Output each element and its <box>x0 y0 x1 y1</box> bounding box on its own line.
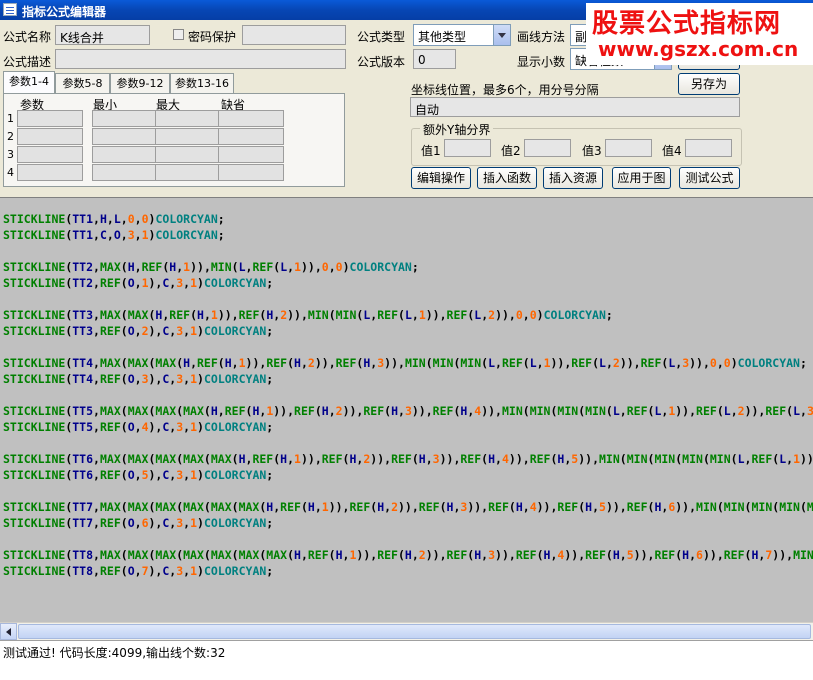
y-value-field-4[interactable] <box>685 139 732 157</box>
tab-params-13-16[interactable]: 参数13-16 <box>170 73 234 93</box>
param-row-index: 3 <box>7 148 14 161</box>
y-value-label-3: 值3 <box>582 144 602 158</box>
y-value-label-4: 值4 <box>662 144 682 158</box>
param-min-cell[interactable] <box>92 110 158 127</box>
param-row-index: 1 <box>7 112 14 125</box>
code-line[interactable]: STICKLINE(TT4,REF(O,3),C,3,1)COLORCYAN; <box>3 371 813 387</box>
type-select[interactable]: 其他类型 <box>413 24 511 46</box>
edit-operation-button[interactable]: 编辑操作 <box>411 167 471 189</box>
code-line[interactable]: STICKLINE(TT4,MAX(MAX(MAX(H,REF(H,1)),RE… <box>3 355 813 371</box>
param-row-index: 4 <box>7 166 14 179</box>
code-line[interactable]: STICKLINE(TT2,REF(O,1),C,3,1)COLORCYAN; <box>3 275 813 291</box>
y-value-label-1: 值1 <box>421 144 441 158</box>
code-line[interactable] <box>3 483 813 499</box>
password-checkbox[interactable] <box>173 29 184 40</box>
app-icon <box>3 3 17 16</box>
code-line[interactable] <box>3 387 813 403</box>
param-default-cell[interactable] <box>218 128 284 145</box>
param-max-cell[interactable] <box>155 110 221 127</box>
param-row-index: 2 <box>7 130 14 143</box>
apply-to-chart-button[interactable]: 应用于图 <box>612 167 671 189</box>
type-label: 公式类型 <box>357 30 406 44</box>
code-line[interactable]: STICKLINE(TT5,REF(O,4),C,3,1)COLORCYAN; <box>3 419 813 435</box>
tab-params-5-8[interactable]: 参数5-8 <box>55 73 110 93</box>
desc-label: 公式描述 <box>3 55 52 69</box>
password-label: 密码保护 <box>188 30 237 44</box>
scroll-left-icon[interactable] <box>0 623 17 640</box>
type-value: 其他类型 <box>418 30 467 44</box>
horizontal-scrollbar[interactable] <box>0 622 813 640</box>
code-line[interactable]: STICKLINE(TT3,MAX(MAX(H,REF(H,1)),REF(H,… <box>3 307 813 323</box>
code-line[interactable] <box>3 435 813 451</box>
code-line[interactable]: STICKLINE(TT1,C,O,3,1)COLORCYAN; <box>3 227 813 243</box>
watermark-url: www.gszx.com.cn <box>598 37 799 61</box>
insert-function-button[interactable]: 插入函数 <box>477 167 537 189</box>
code-editor[interactable]: STICKLINE(TT1,H,L,0,0)COLORCYAN; STICKLIN… <box>0 197 813 623</box>
watermark: 股票公式指标网 www.gszx.com.cn <box>586 3 813 65</box>
desc-field[interactable] <box>55 49 346 69</box>
code-line[interactable]: STICKLINE(TT6,MAX(MAX(MAX(MAX(MAX(H,REF(… <box>3 451 813 467</box>
param-default-cell[interactable] <box>218 146 284 163</box>
scrollbar-thumb[interactable] <box>18 624 811 639</box>
draw-label: 画线方法 <box>517 30 566 44</box>
coord-field[interactable]: 自动 <box>410 97 740 117</box>
code-line[interactable] <box>3 291 813 307</box>
param-max-cell[interactable] <box>155 146 221 163</box>
code-line[interactable]: STICKLINE(TT1,H,L,0,0)COLORCYAN; <box>3 211 813 227</box>
code-line[interactable]: STICKLINE(TT6,REF(O,5),C,3,1)COLORCYAN; <box>3 467 813 483</box>
param-min-cell[interactable] <box>92 128 158 145</box>
chevron-down-icon <box>493 25 510 45</box>
save-as-button[interactable]: 另存为 <box>678 73 740 95</box>
code-line[interactable]: STICKLINE(TT7,REF(O,6),C,3,1)COLORCYAN; <box>3 515 813 531</box>
name-field[interactable]: K线合并 <box>55 25 150 45</box>
code-line[interactable]: STICKLINE(TT8,MAX(MAX(MAX(MAX(MAX(MAX(MA… <box>3 547 813 563</box>
code-line[interactable]: STICKLINE(TT5,MAX(MAX(MAX(MAX(H,REF(H,1)… <box>3 403 813 419</box>
param-name-cell[interactable] <box>17 110 83 127</box>
param-max-cell[interactable] <box>155 164 221 181</box>
code-line[interactable]: STICKLINE(TT3,REF(O,2),C,3,1)COLORCYAN; <box>3 323 813 339</box>
param-min-cell[interactable] <box>92 146 158 163</box>
status-text: 测试通过! 代码长度:4099,输出线个数:32 <box>3 646 226 660</box>
test-formula-button[interactable]: 测试公式 <box>679 167 740 189</box>
y-value-field-3[interactable] <box>605 139 652 157</box>
params-panel: 参数 最小 最大 缺省 1 2 3 4 <box>3 93 345 187</box>
watermark-title: 股票公式指标网 <box>592 9 782 39</box>
password-field[interactable] <box>242 25 346 45</box>
param-default-cell[interactable] <box>218 110 284 127</box>
code-line[interactable]: STICKLINE(TT7,MAX(MAX(MAX(MAX(MAX(MAX(H,… <box>3 499 813 515</box>
code-line[interactable]: STICKLINE(TT8,REF(O,7),C,3,1)COLORCYAN; <box>3 563 813 579</box>
param-name-cell[interactable] <box>17 164 83 181</box>
y-value-field-1[interactable] <box>444 139 491 157</box>
param-name-cell[interactable] <box>17 146 83 163</box>
version-label: 公式版本 <box>357 55 406 69</box>
decimal-label: 显示小数 <box>517 55 566 69</box>
code-text[interactable]: STICKLINE(TT1,H,L,0,0)COLORCYAN; STICKLIN… <box>3 211 813 579</box>
insert-resource-button[interactable]: 插入资源 <box>543 167 603 189</box>
param-max-cell[interactable] <box>155 128 221 145</box>
tab-params-1-4[interactable]: 参数1-4 <box>3 71 55 94</box>
param-default-cell[interactable] <box>218 164 284 181</box>
window-title: 指标公式编辑器 <box>22 5 107 19</box>
coord-label: 坐标线位置，最多6个，用分号分隔 <box>411 83 599 97</box>
code-line[interactable] <box>3 531 813 547</box>
y-axis-groupbox: 额外Y轴分界 值1 值2 值3 值4 <box>411 121 742 166</box>
code-line[interactable]: STICKLINE(TT2,MAX(H,REF(H,1)),MIN(L,REF(… <box>3 259 813 275</box>
status-panel: 测试通过! 代码长度:4099,输出线个数:32 <box>0 640 813 680</box>
name-label: 公式名称 <box>3 30 52 44</box>
param-min-cell[interactable] <box>92 164 158 181</box>
code-line[interactable] <box>3 339 813 355</box>
param-name-cell[interactable] <box>17 128 83 145</box>
y-value-label-2: 值2 <box>501 144 521 158</box>
y-axis-group-title: 额外Y轴分界 <box>420 121 494 138</box>
y-value-field-2[interactable] <box>524 139 571 157</box>
version-field[interactable]: 0 <box>413 49 456 69</box>
tab-params-9-12[interactable]: 参数9-12 <box>110 73 170 93</box>
code-line[interactable] <box>3 243 813 259</box>
